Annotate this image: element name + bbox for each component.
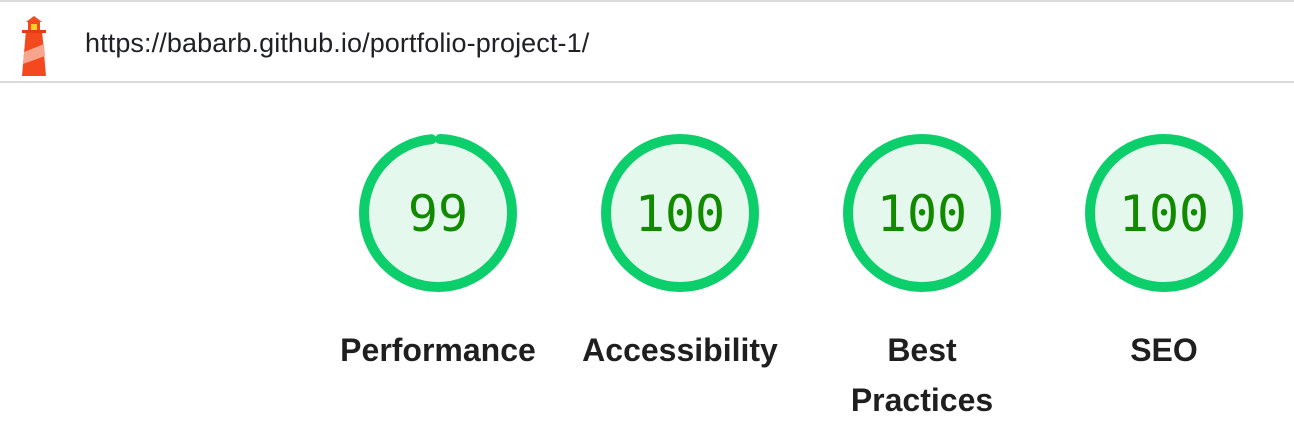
gauge-seo[interactable]: 100 SEO [1044,131,1284,375]
report-header: https://babarb.github.io/portfolio-proje… [0,0,1294,83]
gauge-accessibility[interactable]: 100 Accessibility [560,131,800,375]
report-url[interactable]: https://babarb.github.io/portfolio-proje… [85,28,589,59]
gauge-score: 100 [1119,185,1209,243]
gauge-score: 100 [877,185,967,243]
gauge-ring-seo: 100 [1085,134,1243,292]
gauge-label: Best Practices [850,332,994,418]
gauge-label: Accessibility [582,332,778,368]
gauge-best-practices[interactable]: 100 Best Practices [802,131,1042,425]
gauge-score: 100 [635,185,725,243]
gauge-label: Performance [340,332,536,368]
lighthouse-icon [22,16,46,76]
gauge-score: 99 [408,185,468,243]
gauge-performance[interactable]: 99 Performance [318,131,558,375]
gauge-ring-performance: 99 [359,134,517,292]
gauge-ring-accessibility: 100 [601,134,759,292]
gauge-ring-best-practices: 100 [843,134,1001,292]
score-gauges: 99 Performance 100 Accessibility 100 Bes… [0,83,1294,442]
gauge-label: SEO [1130,332,1198,368]
